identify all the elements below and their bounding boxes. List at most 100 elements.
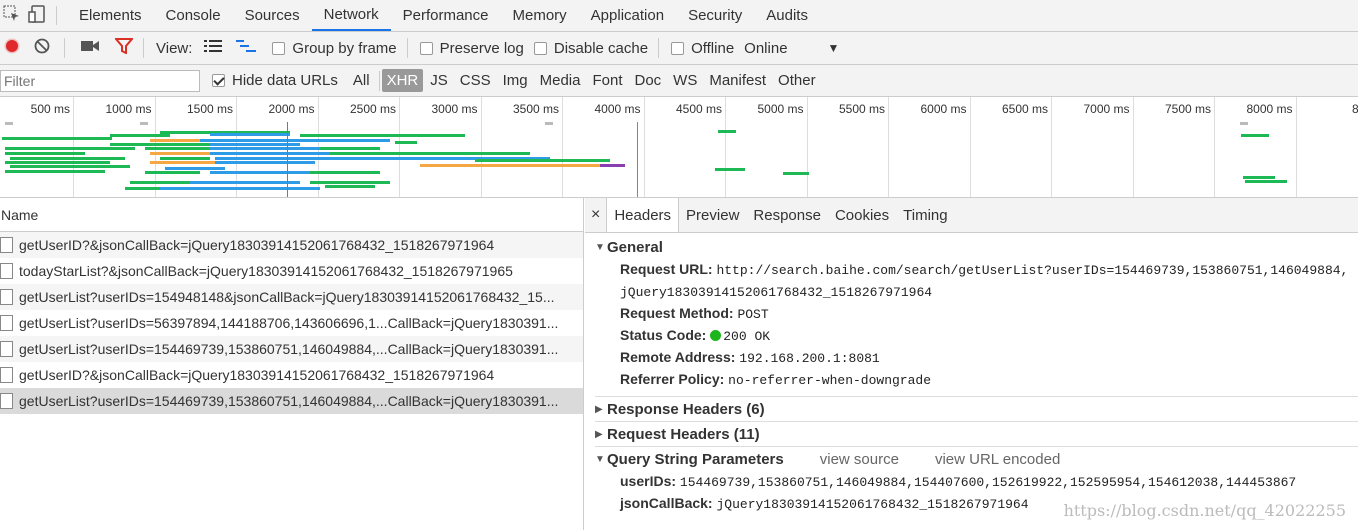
request-row[interactable]: getUserList?userIDs=154469739,153860751,…: [0, 388, 583, 414]
name-column-label: Name: [1, 206, 39, 223]
tab-audits[interactable]: Audits: [754, 0, 820, 31]
waterfall-bar: [310, 171, 380, 174]
hide-data-urls-box[interactable]: [212, 74, 225, 87]
collapsed-triangle-icon: ▶: [595, 403, 603, 415]
tab-response[interactable]: Response: [746, 198, 828, 232]
group-by-frame-label: Group by frame: [292, 39, 397, 57]
request-row[interactable]: getUserList?userIDs=154948148&jsonCallBa…: [0, 284, 583, 310]
file-icon: [0, 315, 13, 331]
device-toolbar-icon[interactable]: [28, 4, 48, 27]
waterfall-bar: [600, 164, 625, 167]
devtools-tab-bar: Elements Console Sources Network Perform…: [0, 0, 1358, 32]
request-headers-header[interactable]: ▶ Request Headers (11): [595, 422, 1358, 446]
preserve-log-checkbox[interactable]: Preserve log: [419, 39, 524, 57]
clear-icon[interactable]: [34, 38, 50, 58]
request-headers-section: ▶ Request Headers (11): [585, 422, 1358, 446]
waterfall-bar: [190, 181, 300, 184]
tab-headers[interactable]: Headers: [606, 198, 680, 232]
status-code-label: Status Code:: [620, 327, 707, 343]
filter-type-css[interactable]: CSS: [455, 69, 496, 92]
filter-type-xhr[interactable]: XHR: [381, 69, 424, 92]
waterfall-overview-icon[interactable]: [236, 39, 257, 57]
waterfall-bar: [475, 159, 610, 162]
waterfall-bar: [145, 147, 210, 150]
view-label: View:: [156, 39, 193, 57]
response-headers-title: Response Headers (6): [607, 400, 765, 418]
tabbar-tools: [0, 4, 57, 27]
waterfall-bar: [5, 161, 110, 164]
waterfall-bar: [5, 170, 105, 173]
general-header[interactable]: ▼ General: [595, 235, 1358, 259]
name-column-header[interactable]: Name: [0, 198, 583, 232]
waterfall-bar: [260, 187, 320, 190]
file-icon: [0, 289, 13, 305]
filter-type-font[interactable]: Font: [587, 69, 627, 92]
request-row[interactable]: getUserID?&jsonCallBack=jQuery1830391415…: [0, 362, 583, 388]
filter-funnel-icon[interactable]: [113, 38, 135, 58]
waterfall-bar: [325, 185, 375, 188]
request-row[interactable]: todayStarList?&jsonCallBack=jQuery183039…: [0, 258, 583, 284]
hide-data-urls-checkbox[interactable]: Hide data URLs: [212, 72, 338, 89]
tab-elements[interactable]: Elements: [67, 0, 154, 31]
request-name: getUserList?userIDs=154469739,153860751,…: [19, 393, 559, 409]
tab-performance[interactable]: Performance: [391, 0, 501, 31]
filter-type-doc[interactable]: Doc: [629, 69, 666, 92]
tab-preview[interactable]: Preview: [679, 198, 746, 232]
request-method-value: POST: [737, 307, 769, 322]
details-tab-bar: × Headers Preview Response Cookies Timin…: [585, 198, 1358, 233]
filter-type-all[interactable]: All: [348, 69, 375, 92]
waterfall-bar: [160, 187, 260, 190]
inspect-element-icon[interactable]: [2, 4, 22, 27]
preserve-log-box[interactable]: [419, 41, 433, 55]
filter-type-js[interactable]: JS: [425, 69, 453, 92]
tab-timing[interactable]: Timing: [896, 198, 954, 232]
filter-type-manifest[interactable]: Manifest: [704, 69, 771, 92]
waterfall-bar: [10, 165, 130, 168]
userids-value: 154469739,153860751,146049884,154407600,…: [679, 475, 1297, 490]
referrer-policy-value: no-referrer-when-downgrade: [728, 373, 932, 388]
request-row[interactable]: getUserList?userIDs=56397894,144188706,1…: [0, 310, 583, 336]
tab-memory[interactable]: Memory: [501, 0, 579, 31]
filter-type-media[interactable]: Media: [535, 69, 586, 92]
request-list: Name getUserID?&jsonCallBack=jQuery18303…: [0, 198, 584, 530]
request-row[interactable]: getUserID?&jsonCallBack=jQuery1830391415…: [0, 232, 583, 258]
request-method-row: Request Method: POST: [595, 303, 1358, 325]
tab-security[interactable]: Security: [676, 0, 754, 31]
request-name: getUserID?&jsonCallBack=jQuery1830391415…: [19, 367, 495, 383]
timeline-overview[interactable]: 500 ms 1000 ms 1500 ms 2000 ms 2500 ms 3000 m…: [0, 97, 1358, 198]
disable-cache-checkbox[interactable]: Disable cache: [533, 39, 649, 57]
query-params-header[interactable]: ▼ Query String Parameters view source view …: [595, 447, 1358, 471]
filter-input[interactable]: [0, 69, 200, 92]
tab-network[interactable]: Network: [311, 0, 391, 31]
group-by-frame-box[interactable]: [272, 41, 286, 55]
tab-cookies[interactable]: Cookies: [828, 198, 896, 232]
disable-cache-box[interactable]: [533, 41, 547, 55]
offline-box[interactable]: [671, 41, 685, 55]
filter-type-img[interactable]: Img: [498, 69, 533, 92]
waterfall-bar: [1241, 134, 1269, 137]
tab-console[interactable]: Console: [154, 0, 233, 31]
response-headers-header[interactable]: ▶ Response Headers (6): [595, 397, 1358, 421]
preserve-log-label: Preserve log: [439, 39, 524, 57]
waterfall-bar: [210, 171, 310, 174]
view-url-encoded-link[interactable]: view URL encoded: [935, 451, 1060, 468]
screenshot-camera-icon[interactable]: [81, 39, 99, 57]
filter-type-other[interactable]: Other: [773, 69, 821, 92]
disable-cache-label: Disable cache: [553, 39, 649, 57]
throttling-select[interactable]: Online ▼: [744, 40, 839, 57]
request-row[interactable]: getUserList?userIDs=154469739,153860751,…: [0, 336, 583, 362]
waterfall-bar: [215, 161, 315, 164]
waterfall-bar: [210, 133, 290, 136]
tab-application[interactable]: Application: [579, 0, 676, 31]
expanded-triangle-icon: ▼: [595, 241, 605, 253]
waterfall-bar: [110, 134, 170, 137]
view-source-link[interactable]: view source: [820, 451, 899, 468]
tab-sources[interactable]: Sources: [233, 0, 312, 31]
offline-checkbox[interactable]: Offline: [671, 40, 734, 57]
record-icon[interactable]: [4, 38, 20, 58]
group-by-frame-checkbox[interactable]: Group by frame: [272, 39, 397, 57]
request-name: getUserList?userIDs=154469739,153860751,…: [19, 341, 559, 357]
large-rows-icon[interactable]: [204, 39, 223, 57]
filter-type-ws[interactable]: WS: [668, 69, 702, 92]
close-details-button[interactable]: ×: [585, 198, 606, 232]
